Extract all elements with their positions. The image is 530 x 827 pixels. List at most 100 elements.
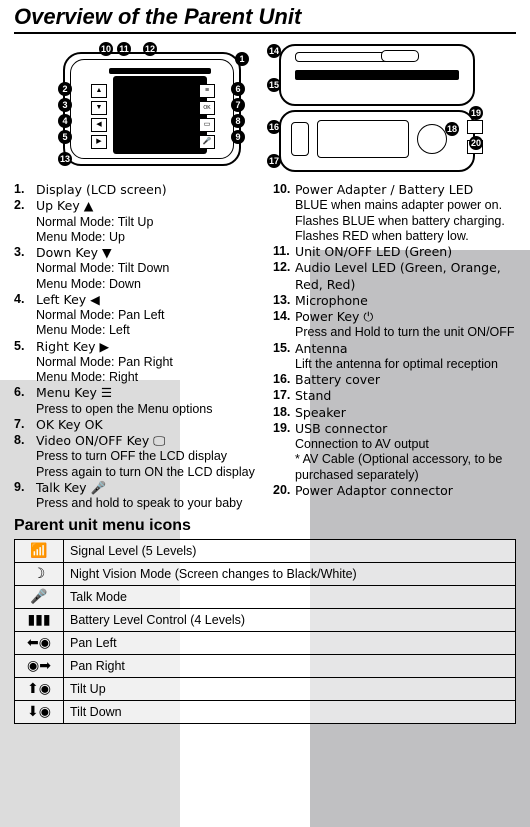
callout-1: 1 (235, 52, 249, 66)
table-row: ☽Night Vision Mode (Screen changes to Bl… (15, 563, 516, 586)
video-key-icon: ▭ (199, 118, 215, 132)
feature-subline: Press and Hold to turn the unit ON/OFF (295, 325, 516, 340)
feature-text: Battery cover (295, 372, 516, 388)
device-back-view (279, 110, 475, 172)
left-button-column: ▲ ▼ ◀ ▶ (91, 84, 105, 152)
feature-number: 16. (273, 372, 295, 388)
feature-text: Unit ON/OFF LED (Green) (295, 244, 516, 260)
feature-text: Microphone (295, 293, 516, 309)
feature-entry: 13.Microphone (273, 293, 516, 309)
feature-number: 12. (273, 260, 295, 293)
callout-10: 10 (99, 42, 113, 56)
feature-lead: Talk Key 🎤 (36, 480, 106, 495)
feature-entry: 17.Stand (273, 388, 516, 404)
feature-entry: 20.Power Adaptor connector (273, 483, 516, 499)
feature-number: 8. (14, 433, 36, 480)
feature-subline: Flashes RED when battery low. (295, 229, 516, 244)
feature-number: 1. (14, 182, 36, 198)
feature-text: Power Key ⏻Press and Hold to turn the un… (295, 309, 516, 341)
feature-lead: Battery cover (295, 372, 380, 387)
feature-text: USB connectorConnection to AV output* AV… (295, 421, 516, 483)
feature-subline: Menu Mode: Left (36, 323, 257, 338)
feature-entry: 6.Menu Key ☰Press to open the Menu optio… (14, 385, 257, 417)
feature-text: Speaker (295, 405, 516, 421)
ok-key-icon: OK (199, 101, 215, 115)
table-row: ▮▮▮Battery Level Control (4 Levels) (15, 609, 516, 632)
feature-lead: Video ON/OFF Key 🖵 (36, 433, 165, 448)
callout-8: 8 (231, 114, 245, 128)
indicator-strip (109, 68, 211, 74)
callout-12: 12 (143, 42, 157, 56)
feature-lead: Microphone (295, 293, 368, 308)
callout-4: 4 (58, 114, 72, 128)
menu-icon-symbol: 🎤 (15, 586, 64, 609)
feature-entry: 10.Power Adapter / Battery LEDBLUE when … (273, 182, 516, 244)
talk-key-icon: 🎤 (199, 135, 215, 149)
table-row: 🎤Talk Mode (15, 586, 516, 609)
menu-icon-symbol: ⬅◉ (15, 632, 64, 655)
feature-text: Stand (295, 388, 516, 404)
callout-20: 20 (469, 136, 483, 150)
menu-icon-symbol: ◉➡ (15, 655, 64, 678)
feature-lead: OK Key OK (36, 417, 103, 432)
feature-lead: Speaker (295, 405, 346, 420)
right-key-icon: ▶ (91, 135, 107, 149)
feature-entry: 16.Battery cover (273, 372, 516, 388)
feature-entry: 1.Display (LCD screen) (14, 182, 257, 198)
feature-subline: Menu Mode: Right (36, 370, 257, 385)
feature-entry: 19.USB connectorConnection to AV output*… (273, 421, 516, 483)
menu-icon-desc: Pan Right (64, 655, 516, 678)
speaker-icon (417, 124, 447, 154)
menu-icon-desc: Battery Level Control (4 Levels) (64, 609, 516, 632)
device-back-diagram: 14151617181920 (275, 42, 475, 172)
feature-text: OK Key OK (36, 417, 257, 433)
menu-icon-desc: Night Vision Mode (Screen changes to Bla… (64, 563, 516, 586)
feature-subline: * AV Cable (Optional accessory, to be pu… (295, 452, 516, 483)
up-key-icon: ▲ (91, 84, 107, 98)
table-row: ⬆◉Tilt Up (15, 678, 516, 701)
table-row: ⬇◉Tilt Down (15, 701, 516, 724)
feature-text: Display (LCD screen) (36, 182, 257, 198)
feature-lead: Down Key ▼ (36, 245, 112, 260)
feature-lead: Power Adapter / Battery LED (295, 182, 473, 197)
device-front-body: ▲ ▼ ◀ ▶ ≡ OK ▭ 🎤 MOTOROLA (63, 52, 241, 166)
callout-18: 18 (445, 122, 459, 136)
feature-entry: 2.Up Key ▲Normal Mode: Tilt UpMenu Mode:… (14, 198, 257, 245)
feature-entry: 3.Down Key ▼Normal Mode: Tilt DownMenu M… (14, 245, 257, 292)
brand-bar (295, 70, 459, 80)
feature-column-left: 1.Display (LCD screen)2.Up Key ▲Normal M… (14, 182, 257, 511)
feature-lead: Unit ON/OFF LED (Green) (295, 244, 452, 259)
feature-entry: 5.Right Key ▶Normal Mode: Pan RightMenu … (14, 339, 257, 386)
feature-text: AntennaLift the antenna for optimal rece… (295, 341, 516, 373)
battery-cover-icon (317, 120, 409, 158)
table-row: ⬅◉Pan Left (15, 632, 516, 655)
usb-connector-icon (467, 120, 483, 134)
feature-number: 15. (273, 341, 295, 373)
device-top-view (279, 44, 475, 106)
feature-entry: 9.Talk Key 🎤Press and hold to speak to y… (14, 480, 257, 512)
feature-lead: Display (LCD screen) (36, 182, 167, 197)
feature-subline: Press again to turn ON the LCD display (36, 465, 257, 480)
feature-number: 10. (273, 182, 295, 244)
page-title: Overview of the Parent Unit (14, 4, 516, 34)
feature-lead: Right Key ▶ (36, 339, 109, 354)
callout-14: 14 (267, 44, 281, 58)
feature-subline: Press to open the Menu options (36, 402, 257, 417)
feature-lead: Power Adaptor connector (295, 483, 453, 498)
feature-text: Talk Key 🎤Press and hold to speak to you… (36, 480, 257, 512)
menu-key-icon: ≡ (199, 84, 215, 98)
feature-lead: Stand (295, 388, 331, 403)
feature-subline: Press and hold to speak to your baby (36, 496, 257, 511)
feature-lead: Power Key ⏻ (295, 309, 373, 324)
subheading: Parent unit menu icons (14, 517, 516, 535)
table-row: ◉➡Pan Right (15, 655, 516, 678)
feature-entry: 8.Video ON/OFF Key 🖵Press to turn OFF th… (14, 433, 257, 480)
feature-entry: 4.Left Key ◀Normal Mode: Pan LeftMenu Mo… (14, 292, 257, 339)
feature-subline: Menu Mode: Up (36, 230, 257, 245)
power-key-icon (381, 50, 419, 62)
feature-number: 7. (14, 417, 36, 433)
feature-number: 14. (273, 309, 295, 341)
feature-lead: USB connector (295, 421, 387, 436)
feature-lead: Up Key ▲ (36, 198, 93, 213)
feature-entry: 12.Audio Level LED (Green, Orange, Red, … (273, 260, 516, 293)
